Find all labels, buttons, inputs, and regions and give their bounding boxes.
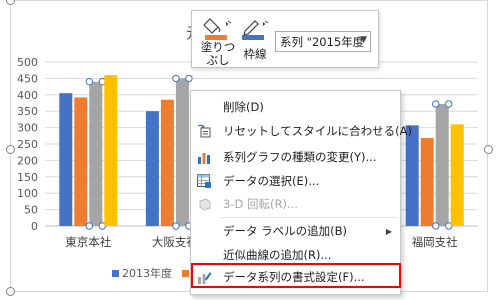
menu-item-reset-style[interactable]: リセットしてスタイルに合わせる(A) (191, 121, 412, 141)
fill-label-line2: ぶし (206, 53, 230, 67)
selection-handle[interactable] (185, 74, 193, 83)
menu-item-label: データ ラベルの追加(B) (223, 224, 348, 238)
menu-item-3d-rotation[interactable]: 3-D 回転(R)... (191, 194, 400, 214)
chart-resize-handle-left[interactable] (6, 145, 15, 154)
y-tick-label: 450 (17, 72, 38, 85)
outline-button[interactable]: 枠線 (238, 15, 272, 61)
submenu-arrow-icon: ▶ (385, 226, 392, 236)
bar (89, 81, 103, 227)
y-tick-label: 350 (17, 105, 38, 118)
selection-handle[interactable] (85, 77, 94, 86)
format-mini-toolbar: 塗りつ ぶし 枠線 系列 "2015年度 ▼ (191, 10, 379, 68)
bar (420, 138, 434, 226)
change-chart-type-icon (198, 153, 210, 164)
bar (450, 124, 464, 226)
outline-label: 枠線 (243, 47, 267, 61)
y-tick-label: 200 (17, 154, 38, 167)
selection-handle[interactable] (432, 222, 440, 230)
reset-style-icon (197, 124, 211, 138)
menu-item-label: 削除(D) (223, 100, 264, 114)
y-tick-label: 500 (17, 56, 38, 69)
menu-item-label: 系列グラフの種類の変更(Y)... (223, 150, 377, 164)
bar (59, 93, 73, 226)
menu-item-label: データの選択(E)... (223, 174, 320, 188)
fill-button[interactable]: 塗りつ ぶし (199, 15, 237, 67)
selection-handle[interactable] (85, 222, 94, 230)
series-select-dropdown[interactable]: 系列 "2015年度 ▼ (275, 31, 371, 52)
chevron-down-icon: ▼ (360, 35, 367, 45)
bar (104, 75, 118, 227)
y-tick-label: 0 (31, 220, 38, 233)
chart-legend[interactable]: 2013年度 (112, 266, 202, 280)
3d-rotation-icon (199, 198, 211, 211)
menu-item-add-trendline[interactable]: 近似曲線の追加(R)... (191, 245, 400, 265)
chart-resize-handle-bottom-left[interactable] (6, 287, 15, 296)
menu-item-change-chart-type[interactable]: 系列グラフの種類の変更(Y)... (191, 147, 400, 167)
menu-item-label: 近似曲線の追加(R)... (223, 248, 332, 262)
bar (145, 111, 159, 226)
bar (405, 125, 419, 226)
bar (175, 78, 189, 227)
highlight-annotation-box (191, 263, 401, 288)
y-tick-label: 400 (17, 89, 38, 102)
menu-separator (221, 217, 397, 218)
selection-handle[interactable] (432, 100, 440, 108)
menu-item-label: リセットしてスタイルに合わせる(A) (223, 124, 412, 138)
y-tick-label: 250 (17, 138, 38, 151)
menu-item-add-data-labels[interactable]: データ ラベルの追加(B) ▶ (191, 221, 400, 241)
bar (160, 99, 174, 226)
menu-item-select-data[interactable]: データの選択(E)... (191, 171, 400, 191)
y-tick-label: 50 (24, 204, 38, 217)
legend-swatch (112, 269, 119, 277)
x-category-label: 福岡支社 (412, 235, 458, 249)
legend-label: 2013年度 (122, 267, 172, 280)
menu-item-delete[interactable]: 削除(D) (191, 97, 400, 117)
pen-icon (242, 20, 269, 40)
legend-swatch (182, 269, 189, 277)
selection-handle[interactable] (445, 100, 453, 108)
select-data-icon (197, 174, 211, 188)
y-tick-label: 100 (17, 187, 38, 200)
y-tick-label: 300 (17, 122, 38, 135)
menu-item-label: 3-D 回転(R)... (223, 197, 298, 211)
bar (74, 97, 88, 226)
selection-handle[interactable] (172, 222, 180, 230)
paint-bucket-icon (203, 18, 232, 40)
series-select-value: 系列 "2015年度 (280, 35, 365, 49)
y-tick-label: 150 (17, 171, 38, 184)
chart-resize-handle-right[interactable] (484, 145, 493, 154)
selection-handle[interactable] (172, 74, 180, 83)
x-category-label: 東京本社 (65, 235, 111, 249)
bar (435, 103, 449, 226)
legend-entry-2013[interactable]: 2013年度 (112, 265, 172, 281)
